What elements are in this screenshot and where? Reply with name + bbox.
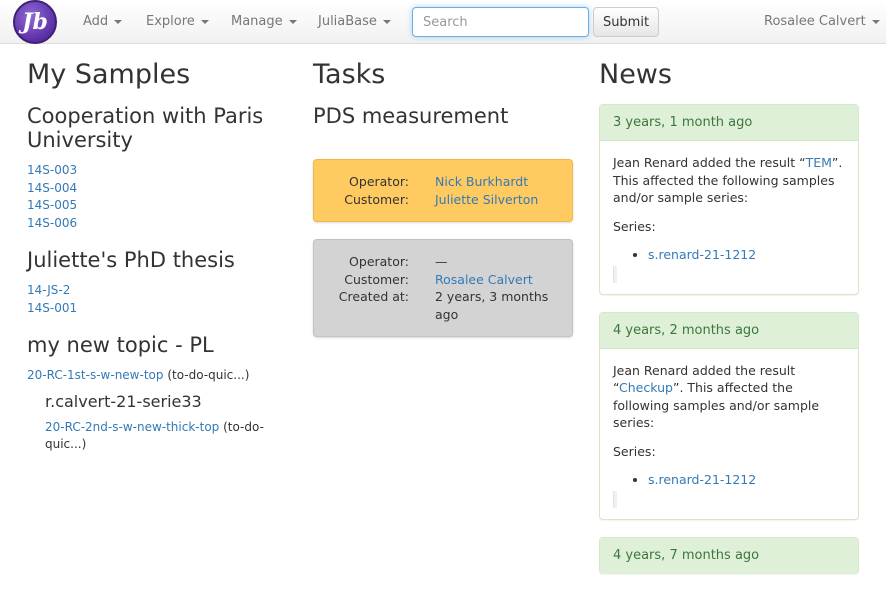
subtopic: r.calvert-21-serie33 20-RC-2nd-s-w-new-t… <box>45 391 287 454</box>
operator-label: Operator: <box>349 174 409 189</box>
task-customer-row: Customer: Juliette Silverton <box>314 191 572 209</box>
news-timestamp: 4 years, 7 months ago <box>600 537 858 574</box>
news-timestamp: 4 years, 2 months ago <box>600 312 858 349</box>
list-item: 20-RC-2nd-s-w-new-thick-top (to-do-quic.… <box>45 419 287 454</box>
topic-title: Juliette's PhD thesis <box>27 248 235 272</box>
series-list: s.renard-21-1212 <box>648 471 845 489</box>
list-item: 14-JS-2 <box>27 282 287 300</box>
sample-list: 14S-003 14S-004 14S-005 14S-006 <box>27 162 287 232</box>
my-samples-column: My Samples Cooperation with Paris Univer… <box>27 58 287 470</box>
task-operator-row: Operator: — <box>314 253 572 271</box>
menu-add[interactable]: Add <box>83 14 123 29</box>
series-list: s.renard-21-1212 <box>648 246 845 264</box>
my-samples-title: My Samples <box>27 59 191 90</box>
sample-link[interactable]: 20-RC-1st-s-w-new-top <box>27 368 164 382</box>
sample-list: 20-RC-1st-s-w-new-top (to-do-quic...) <box>27 367 287 385</box>
logo-text: Jb <box>22 9 48 35</box>
task-operator-row: Operator: Nick Burkhardt <box>314 173 572 191</box>
series-label: Series: <box>613 218 656 234</box>
caret-down-icon <box>114 19 123 24</box>
task-created-row: Created at: 2 years, 3 months ago <box>314 288 572 323</box>
sample-link[interactable]: 14S-001 <box>27 301 77 315</box>
operator-value: — <box>435 254 448 269</box>
news-title: News <box>599 59 672 90</box>
sample-list: 20-RC-2nd-s-w-new-thick-top (to-do-quic.… <box>45 419 287 454</box>
news-body: Jean Renard added the result “TEM”. This… <box>600 141 858 294</box>
sample-link[interactable]: 14S-003 <box>27 163 77 177</box>
news-panel: 3 years, 1 month ago Jean Renard added t… <box>599 104 859 295</box>
topic-title: Cooperation with Paris University <box>27 104 264 152</box>
list-item: 20-RC-1st-s-w-new-top (to-do-quic...) <box>27 367 287 385</box>
submit-button[interactable]: Submit <box>593 7 659 37</box>
task-customer-row: Customer: Rosalee Calvert <box>314 271 572 289</box>
juliabase-logo[interactable]: Jb <box>13 0 57 44</box>
task-card[interactable]: Operator: Nick Burkhardt Customer: Julie… <box>313 159 573 222</box>
series-link[interactable]: s.renard-21-1212 <box>648 247 756 262</box>
sample-link[interactable]: 14S-004 <box>27 181 77 195</box>
news-text: Jean Renard added the result “Checkup”. … <box>613 362 820 431</box>
empty-pre-block <box>613 490 617 508</box>
list-item: 14S-006 <box>27 215 287 233</box>
news-column: News 3 years, 1 month ago Jean Renard ad… <box>599 58 859 591</box>
news-timestamp: 3 years, 1 month ago <box>600 105 858 141</box>
topic-title: my new topic - PL <box>27 333 214 357</box>
caret-down-icon <box>200 19 209 24</box>
sample-link[interactable]: 14S-006 <box>27 216 77 230</box>
operator-label: Operator: <box>349 254 409 269</box>
news-body: Jean Renard added the result “Checkup”. … <box>600 349 858 519</box>
tasks-column: Tasks PDS measurement Operator: Nick Bur… <box>313 58 573 354</box>
news-text: Jean Renard added the result “TEM”. This… <box>613 155 843 205</box>
task-card[interactable]: Operator: — Customer: Rosalee Calvert Cr… <box>313 239 573 337</box>
customer-link[interactable]: Juliette Silverton <box>435 192 538 207</box>
created-value: 2 years, 3 months ago <box>435 289 549 322</box>
list-item: 14S-004 <box>27 180 287 198</box>
list-item: 14S-003 <box>27 162 287 180</box>
customer-link[interactable]: Rosalee Calvert <box>435 272 533 287</box>
navbar: Jb Add Explore Manage JuliaBase Submit R… <box>0 0 886 44</box>
list-item: 14S-001 <box>27 300 287 318</box>
menu-explore[interactable]: Explore <box>146 14 209 29</box>
created-label: Created at: <box>338 289 409 304</box>
sample-link[interactable]: 14S-005 <box>27 198 77 212</box>
news-panel: 4 years, 7 months ago <box>599 536 859 574</box>
customer-label: Customer: <box>344 191 409 207</box>
sample-list: 14-JS-2 14S-001 <box>27 282 287 317</box>
process-title: PDS measurement <box>313 104 509 128</box>
tasks-title: Tasks <box>313 59 386 90</box>
sample-link[interactable]: 14-JS-2 <box>27 283 70 297</box>
empty-pre-block <box>613 265 617 283</box>
menu-manage[interactable]: Manage <box>231 14 297 29</box>
menu-juliabase[interactable]: JuliaBase <box>318 14 391 29</box>
result-link[interactable]: TEM <box>806 155 832 170</box>
news-panel: 4 years, 2 months ago Jean Renard added … <box>599 311 859 520</box>
list-item: s.renard-21-1212 <box>648 471 845 489</box>
subtopic-title: r.calvert-21-serie33 <box>45 391 202 411</box>
sample-note: (to-do-quic...) <box>167 368 250 382</box>
user-menu[interactable]: Rosalee Calvert <box>764 14 880 29</box>
caret-down-icon <box>382 19 391 24</box>
sample-link[interactable]: 20-RC-2nd-s-w-new-thick-top <box>45 420 219 434</box>
search-input[interactable] <box>412 7 589 37</box>
series-link[interactable]: s.renard-21-1212 <box>648 472 756 487</box>
series-label: Series: <box>613 443 656 459</box>
customer-label: Customer: <box>344 271 409 287</box>
list-item: s.renard-21-1212 <box>648 246 845 264</box>
list-item: 14S-005 <box>27 197 287 215</box>
caret-down-icon <box>288 19 297 24</box>
operator-link[interactable]: Nick Burkhardt <box>435 174 528 189</box>
caret-down-icon <box>871 19 880 24</box>
result-link[interactable]: Checkup <box>619 380 673 395</box>
